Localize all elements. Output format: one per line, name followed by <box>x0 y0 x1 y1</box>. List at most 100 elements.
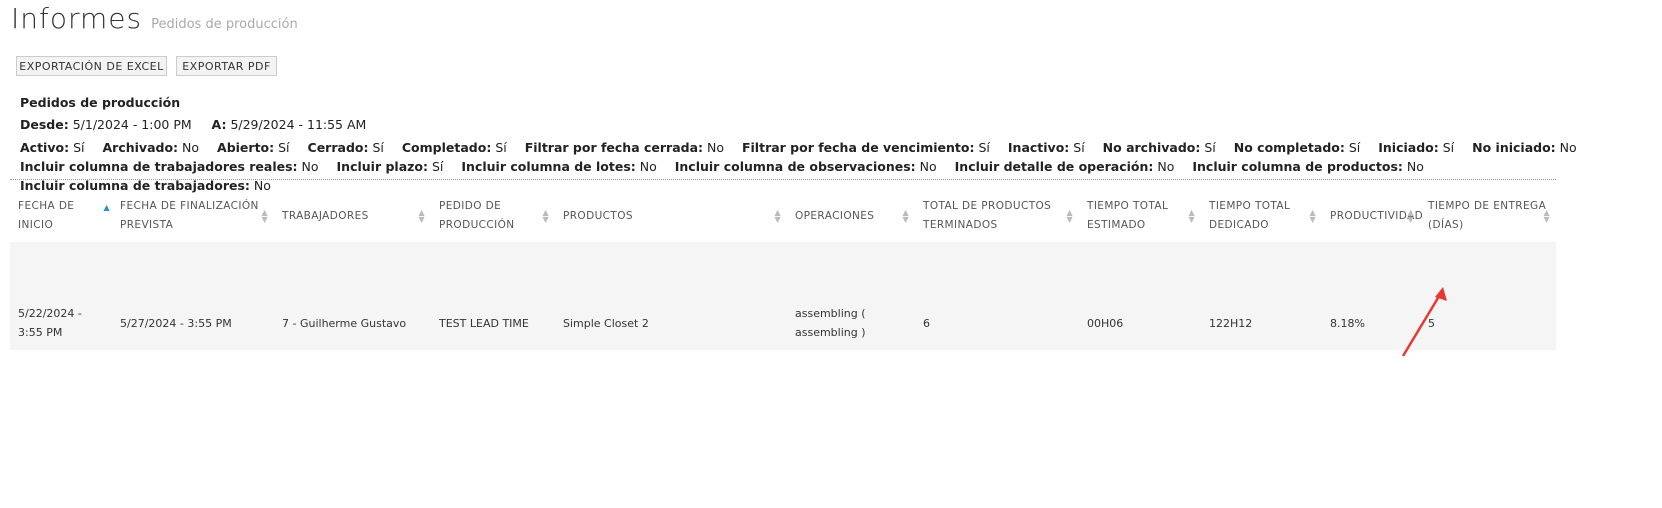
column-header[interactable]: TIEMPO DE ENTREGA (DÍAS) ▲ ▼ <box>1420 190 1556 242</box>
column-header-label: PRODUCTOS <box>563 209 633 222</box>
from-value: 5/1/2024 - 1:00 PM <box>72 117 192 132</box>
column-header[interactable]: FECHA DE INICIO ▲▼ <box>10 190 112 242</box>
filter-flag-value: Sí <box>278 140 290 155</box>
column-header-label: PEDIDO DE PRODUCCIÓN <box>439 200 515 231</box>
column-header[interactable]: PEDIDO DE PRODUCCIÓN ▲ ▼ <box>431 190 555 242</box>
cell-spent: 122H12 <box>1201 296 1322 350</box>
filter-flag: Cerrado: Sí <box>308 140 384 155</box>
cell-operations: assembling ( assembling ) <box>787 296 915 350</box>
sort-icon[interactable]: ▲ ▼ <box>1066 209 1073 224</box>
filter-flag: Inactivo: Sí <box>1008 140 1085 155</box>
column-header-label: PRODUCTIVIDAD <box>1330 209 1424 222</box>
filter-flag: Incluir columna de trabajadores reales: … <box>20 159 319 174</box>
table-row: 5/22/2024 - 3:55 PM 5/27/2024 - 3:55 PM … <box>10 296 1556 350</box>
filter-flag: Activo: Sí <box>20 140 85 155</box>
column-header[interactable]: OPERACIONES ▲ ▼ <box>787 190 915 242</box>
cell-products: Simple Closet 2 <box>555 296 787 350</box>
filter-flag: Incluir columna de lotes: No <box>461 159 656 174</box>
column-header[interactable]: TIEMPO TOTAL ESTIMADO ▲ ▼ <box>1079 190 1201 242</box>
column-header-label: FECHA DE FINALIZACIÓN PREVISTA <box>120 200 259 231</box>
filter-flag: Archivado: No <box>102 140 199 155</box>
column-header-label: TIEMPO DE ENTREGA (DÍAS) <box>1428 200 1547 231</box>
filter-flag-label: Filtrar por fecha cerrada: <box>524 140 704 155</box>
filter-flag-value: Sí <box>1073 140 1085 155</box>
sort-icon[interactable]: ▲ ▼ <box>1407 209 1414 224</box>
filter-flag: No iniciado: No <box>1472 140 1577 155</box>
sort-icon[interactable]: ▲ ▼ <box>261 209 268 224</box>
divider <box>10 179 1556 180</box>
column-header[interactable]: FECHA DE FINALIZACIÓN PREVISTA ▲ ▼ <box>112 190 274 242</box>
filter-flag-label: Incluir columna de observaciones: <box>674 159 916 174</box>
filter-flag-value: Sí <box>1348 140 1361 155</box>
filter-flag-value: Sí <box>372 140 384 155</box>
filter-flag-value: No <box>1157 159 1175 174</box>
filter-flag-label: Abierto: <box>217 140 275 155</box>
cell-order: TEST LEAD TIME <box>431 296 555 350</box>
filter-flags: Activo: Sí Archivado: No Abierto: Sí Cer… <box>20 138 1640 195</box>
filter-flag: Iniciado: Sí <box>1378 140 1454 155</box>
column-header-label: TRABAJADORES <box>282 209 369 222</box>
filter-flag-label: Incluir columna de trabajadores reales: <box>20 159 298 174</box>
column-header[interactable]: PRODUCTOS ▲ ▼ <box>555 190 787 242</box>
filter-flag-label: Archivado: <box>102 140 179 155</box>
sort-icon[interactable]: ▲ ▼ <box>902 209 909 224</box>
sort-asc-icon[interactable]: ▲▼ <box>103 203 110 218</box>
filter-flag-value: No <box>301 159 319 174</box>
to-value: 5/29/2024 - 11:55 AM <box>230 117 367 132</box>
filter-flag-value: Sí <box>978 140 990 155</box>
column-header-label: FECHA DE INICIO <box>18 200 75 231</box>
filter-flag-label: Filtrar por fecha de vencimiento: <box>741 140 975 155</box>
page-title: Informes <box>11 2 143 35</box>
filter-flag-label: No completado: <box>1233 140 1345 155</box>
filter-flag: Incluir plazo: Sí <box>337 159 444 174</box>
column-header[interactable]: TOTAL DE PRODUCTOS TERMINADOS ▲ ▼ <box>915 190 1079 242</box>
page-header: Informes Pedidos de producción <box>11 2 298 35</box>
filter-flag: No completado: Sí <box>1234 140 1360 155</box>
sort-icon[interactable]: ▲ ▼ <box>774 209 781 224</box>
sort-icon[interactable]: ▲ ▼ <box>1309 209 1316 224</box>
filter-flag-value: Sí <box>73 140 85 155</box>
filter-flag-value: Sí <box>431 159 444 174</box>
filter-flag-value: Sí <box>1204 140 1216 155</box>
column-header[interactable]: TRABAJADORES ▲ ▼ <box>274 190 431 242</box>
column-header-label: TOTAL DE PRODUCTOS TERMINADOS <box>923 200 1052 231</box>
filter-flag-label: Incluir detalle de operación: <box>954 159 1154 174</box>
filter-flag-value: No <box>639 159 657 174</box>
filter-flag-value: Sí <box>1442 140 1455 155</box>
annotation-arrow <box>1401 287 1447 357</box>
filter-flag-value: Sí <box>495 140 507 155</box>
page-subtitle: Pedidos de producción <box>151 17 298 32</box>
column-header[interactable]: TIEMPO TOTAL DEDICADO ▲ ▼ <box>1201 190 1322 242</box>
filter-flag-value: No <box>919 159 937 174</box>
filter-flag: No archivado: Sí <box>1103 140 1216 155</box>
filter-flag-label: Activo: <box>20 140 70 155</box>
filter-flag-value: No <box>1559 140 1577 155</box>
cell-planned-end: 5/27/2024 - 3:55 PM <box>112 296 274 350</box>
filter-flag-label: Cerrado: <box>307 140 369 155</box>
from-label: Desde: <box>20 117 69 132</box>
sort-icon[interactable]: ▲ ▼ <box>1543 209 1550 224</box>
filter-flag: Incluir columna de productos: No <box>1192 159 1424 174</box>
cell-workers: 7 - Guilherme Gustavo <box>274 296 431 350</box>
sort-icon[interactable]: ▲ ▼ <box>1188 209 1195 224</box>
filter-flag-label: No iniciado: <box>1472 140 1556 155</box>
column-header-label: TIEMPO TOTAL DEDICADO <box>1209 200 1291 231</box>
filter-flag-label: No archivado: <box>1102 140 1201 155</box>
export-excel-button[interactable]: EXPORTACIÓN DE EXCEL <box>16 56 167 76</box>
filter-flag-value: No <box>182 140 200 155</box>
column-header[interactable]: PRODUCTIVIDAD ▲ ▼ <box>1322 190 1424 242</box>
table-header-row: FECHA DE INICIO▲▼FECHA DE FINALIZACIÓN P… <box>10 190 1556 242</box>
filter-flag-value: No <box>1406 159 1424 174</box>
sort-icon[interactable]: ▲ ▼ <box>418 209 425 224</box>
to-label: A: <box>211 117 227 132</box>
column-header-label: OPERACIONES <box>795 209 875 222</box>
filter-flag: Incluir detalle de operación: No <box>955 159 1175 174</box>
filter-flag: Filtrar por fecha de vencimiento: Sí <box>742 140 990 155</box>
export-pdf-button[interactable]: EXPORTAR PDF <box>176 56 277 76</box>
cell-start: 5/22/2024 - 3:55 PM <box>10 296 112 350</box>
cell-estimated: 00H06 <box>1079 296 1201 350</box>
sort-icon[interactable]: ▲ ▼ <box>542 209 549 224</box>
filter-flag-label: Incluir plazo: <box>336 159 428 174</box>
filter-flag-label: Inactivo: <box>1007 140 1070 155</box>
filter-flag: Incluir columna de observaciones: No <box>675 159 937 174</box>
